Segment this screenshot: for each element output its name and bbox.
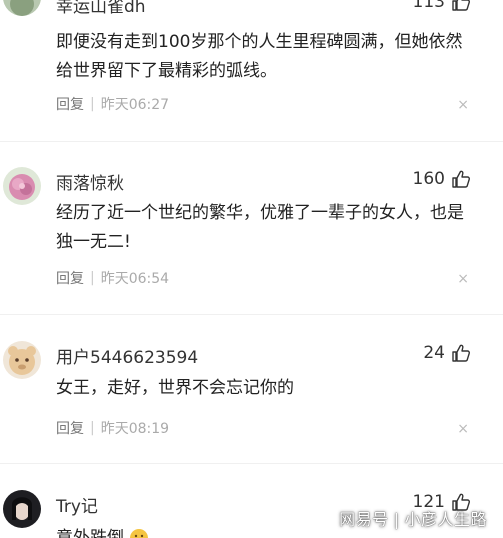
comment-meta: 回复 | 昨天06:54 — [56, 268, 169, 288]
divider — [0, 463, 503, 464]
comment-username[interactable]: 雨落惊秋 — [56, 169, 124, 194]
close-icon[interactable]: × — [457, 271, 469, 287]
like-counter[interactable]: 24 — [423, 343, 471, 363]
divider — [0, 314, 503, 315]
thumbs-up-icon[interactable] — [451, 0, 471, 12]
thumbs-up-icon[interactable] — [451, 343, 471, 363]
comment-text: 女王，走好，世界不会忘记你的 — [56, 378, 294, 398]
like-counter[interactable]: 160 — [413, 169, 471, 189]
avatar[interactable] — [3, 0, 41, 16]
reply-button[interactable]: 回复 — [56, 268, 84, 288]
watermark-brand: 网易号 — [339, 510, 389, 529]
comment-username[interactable]: 用户5446623594 — [56, 343, 198, 368]
watermark-separator: | — [393, 510, 400, 529]
like-counter[interactable]: 113 — [413, 0, 471, 12]
comment-username[interactable]: 幸运山雀dh — [56, 0, 146, 17]
reply-button[interactable]: 回复 — [56, 418, 84, 438]
thumbs-up-icon[interactable] — [451, 169, 471, 189]
comment-text: 经历了近一个世纪的繁华，优雅了一辈子的女人，也是独一无二! — [56, 203, 464, 252]
avatar[interactable] — [3, 341, 41, 379]
comment-time: 昨天06:54 — [100, 271, 170, 287]
avatar-image — [3, 0, 41, 16]
avatar-image — [3, 167, 41, 205]
comment-text: 即便没有走到100岁那个的人生里程碑圆满，但她依然给世界留下了最精彩的弧线。 — [56, 32, 463, 81]
divider — [0, 141, 503, 142]
avatar[interactable] — [3, 490, 41, 528]
close-icon[interactable]: × — [457, 421, 469, 437]
meta-separator: | — [90, 96, 95, 112]
avatar-image — [3, 341, 41, 379]
emoji-icon — [130, 529, 149, 538]
close-icon[interactable]: × — [457, 97, 469, 113]
avatar[interactable] — [3, 167, 41, 205]
reply-button[interactable]: 回复 — [56, 94, 84, 114]
meta-separator: | — [90, 270, 95, 286]
comment-time: 昨天06:27 — [100, 97, 170, 113]
comment-username[interactable]: Try记 — [56, 492, 98, 517]
comment-meta: 回复 | 昨天06:27 — [56, 94, 169, 114]
comment-meta: 回复 | 昨天08:19 — [56, 418, 169, 438]
comment-time: 昨天08:19 — [100, 421, 170, 437]
avatar-image — [3, 490, 41, 528]
like-count: 24 — [423, 343, 445, 363]
watermark-author: 小彦人生路 — [404, 510, 487, 529]
like-count: 160 — [412, 169, 445, 189]
comment-text-value: 意外跌倒 — [56, 528, 124, 538]
meta-separator: | — [90, 420, 95, 436]
like-count: 113 — [412, 0, 445, 12]
watermark: 网易号 | 小彦人生路 — [339, 506, 487, 530]
